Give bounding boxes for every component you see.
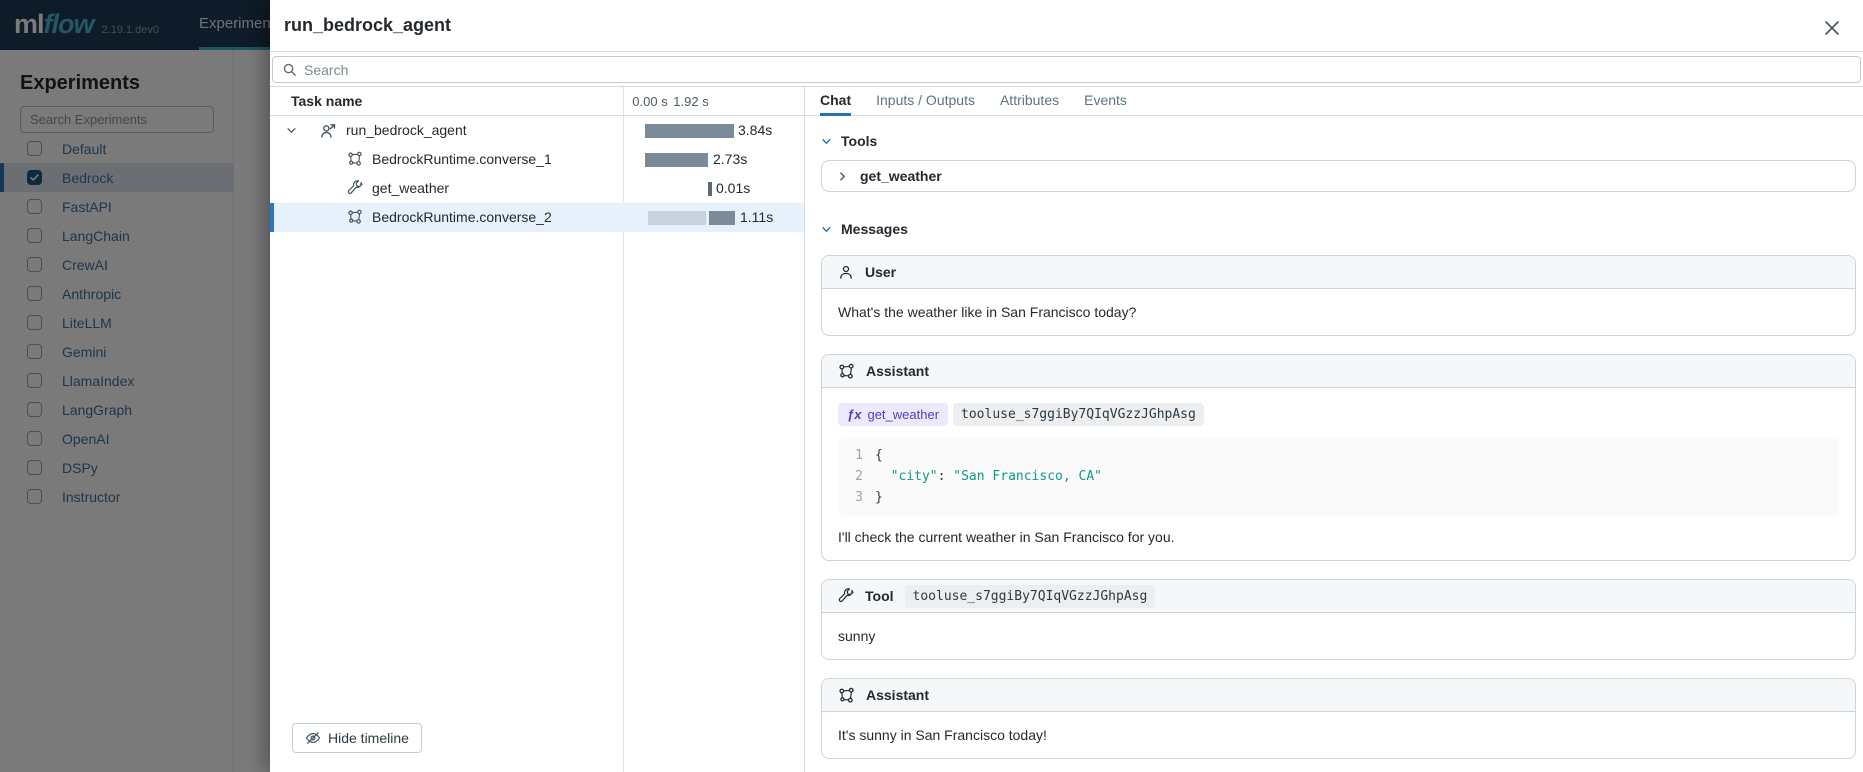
messages-section-header[interactable]: Messages <box>821 221 1856 237</box>
code-string-token: "San Francisco, CA" <box>953 469 1102 484</box>
span-duration-bar[interactable] <box>708 182 712 196</box>
function-call-chip[interactable]: ƒx get_weather <box>838 403 948 426</box>
message-text: sunny <box>822 613 1855 659</box>
span-duration-label: 0.01s <box>716 180 750 196</box>
trace-search-input[interactable] <box>304 62 1860 78</box>
axis-tick-1: 1.92 s <box>668 94 714 109</box>
message-role: Assistant <box>866 687 929 703</box>
code-token: : <box>938 469 954 484</box>
span-duration-bar[interactable] <box>709 211 735 225</box>
chevron-down-icon[interactable] <box>821 136 832 147</box>
network-icon <box>838 363 855 380</box>
code-line: 2 "city": "San Francisco, CA" <box>850 466 1827 487</box>
message-header: Assistant <box>822 355 1855 388</box>
code-key-token: "city" <box>891 469 938 484</box>
message-card-assistant-final: Assistant It's sunny in San Francisco to… <box>821 678 1856 759</box>
span-duration-label: 1.11s <box>740 209 773 225</box>
axis-tick-0: 0.00 s <box>627 94 673 109</box>
tab-chat[interactable]: Chat <box>820 87 851 116</box>
span-name[interactable]: BedrockRuntime.converse_2 <box>372 209 552 225</box>
trace-detail-modal: run_bedrock_agent Task name 0.00 s 1.92 … <box>270 0 1863 772</box>
message-header: Assistant <box>822 679 1855 712</box>
span-detail-pane: Chat Inputs / Outputs Attributes Events … <box>804 87 1863 772</box>
chevron-down-icon[interactable] <box>286 125 297 136</box>
tool-definition-name: get_weather <box>860 168 942 184</box>
span-duration-bar[interactable] <box>645 153 708 167</box>
tool-definition-expander[interactable]: get_weather <box>821 160 1856 192</box>
tools-section-title: Tools <box>841 133 877 149</box>
selected-span-accent <box>270 203 274 232</box>
tool-use-id-pill[interactable]: tooluse_s7ggiBy7QIqVGzzJGhpAsg <box>905 585 1156 608</box>
message-text: It's sunny in San Francisco today! <box>822 712 1855 758</box>
span-duration-label: 2.73s <box>713 151 747 167</box>
wrench-icon <box>347 180 363 196</box>
span-context-bar <box>648 211 706 225</box>
code-line: 3} <box>850 487 1827 508</box>
span-name[interactable]: BedrockRuntime.converse_1 <box>372 151 552 167</box>
user-icon <box>838 264 854 280</box>
trace-search-box[interactable] <box>272 56 1861 83</box>
network-icon <box>347 209 363 225</box>
tool-call-arguments-code: 1{ 2 "city": "San Francisco, CA" 3} <box>838 437 1839 516</box>
span-duration-bar[interactable] <box>645 124 734 138</box>
message-text: What's the weather like in San Francisco… <box>822 289 1855 335</box>
messages-section-title: Messages <box>841 221 908 237</box>
span-rows: run_bedrock_agent 3.84s BedrockRuntime.c… <box>270 116 804 232</box>
message-role: User <box>865 264 896 280</box>
message-header: User <box>822 256 1855 289</box>
timeline-pane: Task name 0.00 s 1.92 s run_bedrock_agen… <box>270 87 804 772</box>
message-role: Tool <box>865 588 894 604</box>
line-number: 2 <box>850 466 863 487</box>
tool-use-id-pill[interactable]: tooluse_s7ggiBy7QIqVGzzJGhpAsg <box>953 403 1204 426</box>
span-row-converse-1[interactable]: BedrockRuntime.converse_1 2.73s <box>270 145 804 174</box>
close-icon[interactable] <box>1824 20 1840 36</box>
tab-events[interactable]: Events <box>1084 87 1127 116</box>
eye-off-icon <box>305 730 321 746</box>
network-icon <box>347 151 363 167</box>
message-card-assistant-toolcall: Assistant ƒx get_weather tooluse_s7ggiBy… <box>821 354 1856 561</box>
span-row-run-bedrock-agent[interactable]: run_bedrock_agent 3.84s <box>270 116 804 145</box>
tool-call-row: ƒx get_weather tooluse_s7ggiBy7QIqVGzzJG… <box>838 403 1839 426</box>
wrench-icon <box>838 588 854 604</box>
tab-attributes[interactable]: Attributes <box>1000 87 1059 116</box>
modal-header: run_bedrock_agent <box>270 0 1863 52</box>
network-icon <box>838 687 855 704</box>
line-number: 1 <box>850 445 863 466</box>
code-token: } <box>875 490 883 505</box>
hide-timeline-label: Hide timeline <box>328 730 409 746</box>
message-text: I'll check the current weather in San Fr… <box>838 529 1839 545</box>
task-name-column-header: Task name <box>291 93 362 109</box>
hide-timeline-button[interactable]: Hide timeline <box>292 723 422 753</box>
chevron-down-icon[interactable] <box>821 224 832 235</box>
message-role: Assistant <box>866 363 929 379</box>
function-name: get_weather <box>867 407 939 422</box>
span-name[interactable]: get_weather <box>372 180 449 196</box>
search-icon <box>282 62 297 77</box>
span-name[interactable]: run_bedrock_agent <box>346 122 467 138</box>
message-card-tool: Tool tooluse_s7ggiBy7QIqVGzzJGhpAsg sunn… <box>821 579 1856 660</box>
code-line: 1{ <box>850 445 1827 466</box>
trace-search-row <box>270 52 1863 87</box>
chat-tab-content: Tools get_weather Messages User What's t… <box>805 116 1863 772</box>
chevron-right-icon[interactable] <box>837 171 848 182</box>
line-number: 3 <box>850 487 863 508</box>
trace-title: run_bedrock_agent <box>284 15 451 36</box>
tools-section-header[interactable]: Tools <box>821 133 1856 149</box>
message-header: Tool tooluse_s7ggiBy7QIqVGzzJGhpAsg <box>822 580 1855 613</box>
code-token: { <box>875 448 883 463</box>
span-row-converse-2-selected[interactable]: BedrockRuntime.converse_2 1.11s <box>270 203 804 232</box>
function-icon: ƒx <box>847 407 861 422</box>
detail-tabs: Chat Inputs / Outputs Attributes Events <box>805 87 1863 116</box>
timeline-header-row: Task name 0.00 s 1.92 s <box>270 87 804 116</box>
agent-icon <box>320 122 337 139</box>
tab-inputs-outputs[interactable]: Inputs / Outputs <box>876 87 975 116</box>
message-card-user: User What's the weather like in San Fran… <box>821 255 1856 336</box>
span-duration-label: 3.84s <box>738 122 772 138</box>
span-row-get-weather[interactable]: get_weather 0.01s <box>270 174 804 203</box>
